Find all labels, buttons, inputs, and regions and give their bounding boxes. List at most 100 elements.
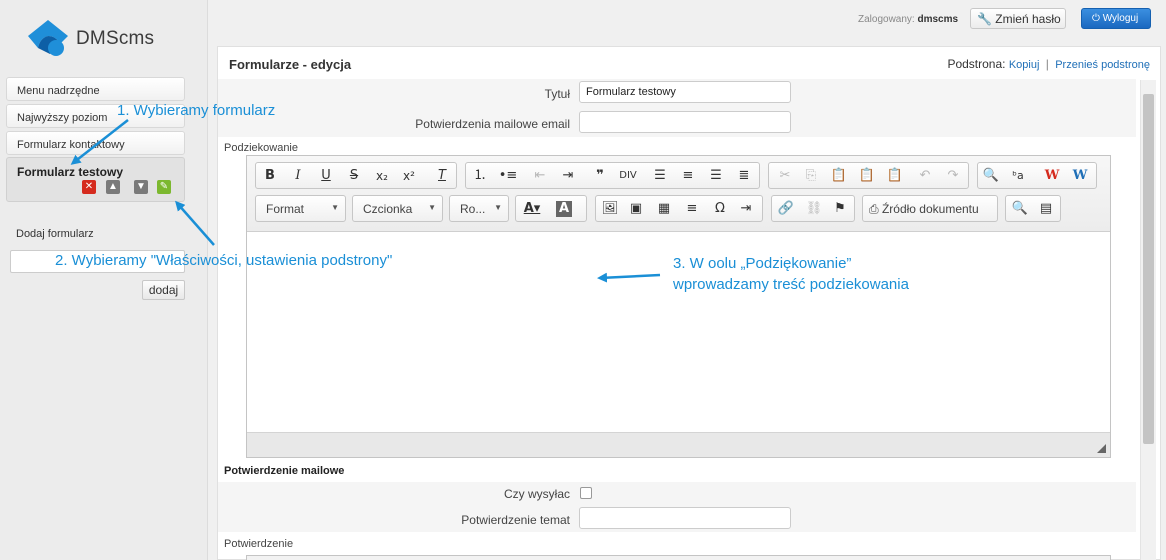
horizontal-line-icon[interactable]: ≡: [682, 200, 702, 218]
annotation-step3-line2: wprowadzamy treść podziekowania: [673, 276, 909, 293]
change-password-button[interactable]: 🔧 Zmień hasło: [970, 8, 1066, 29]
resize-handle-icon[interactable]: [1097, 444, 1106, 453]
link-separator: |: [1045, 57, 1049, 71]
replace-icon[interactable]: ᵇa: [1008, 167, 1028, 185]
redo-icon[interactable]: ↷: [943, 167, 963, 185]
paste-icon[interactable]: 📋: [829, 167, 849, 185]
outdent-icon[interactable]: ⇤: [530, 167, 550, 185]
chevron-down-icon: ▼: [428, 203, 436, 212]
insert-group: 🖼 ▣ ▦ ≡ Ω ⇥: [595, 195, 763, 222]
italic-icon[interactable]: I: [288, 167, 308, 185]
align-right-icon[interactable]: ☰: [706, 167, 726, 185]
source-button[interactable]: ⎙ Źródło dokumentu: [862, 195, 998, 222]
align-left-icon[interactable]: ☰: [650, 167, 670, 185]
blockquote-icon[interactable]: ❞: [590, 167, 610, 185]
title-input[interactable]: [579, 81, 791, 103]
links-group: 🔗 ⛓ ⚑: [771, 195, 855, 222]
subpage-actions: Podstrona: Kopiuj | Przenieś podstronę: [947, 57, 1150, 71]
view-group: 🔍 ▤: [1005, 195, 1061, 222]
annotation-step3-line1: 3. W oolu „Podziękowanie”: [673, 255, 852, 272]
show-blocks-icon[interactable]: ▤: [1036, 200, 1056, 218]
paste-from-word-icon[interactable]: W: [1070, 167, 1090, 185]
underline-icon[interactable]: U: [316, 167, 336, 185]
confirm-label: Potwierdzenie: [224, 538, 294, 550]
change-password-label: Zmień hasło: [995, 12, 1061, 26]
preview-icon[interactable]: 🔍: [1010, 200, 1030, 218]
sidebar-item-formularz-testowy[interactable]: Formularz testowy ✕ ▲ ▼ ✎: [6, 157, 185, 202]
div-container-icon[interactable]: DIV: [618, 167, 638, 185]
add-form-label: Dodaj formularz: [16, 228, 94, 240]
sidebar-item-menu-nadrzedne[interactable]: Menu nadrzędne: [6, 77, 185, 101]
font-combo[interactable]: Czcionka ▼: [352, 195, 443, 222]
scrollbar-thumb[interactable]: [1143, 94, 1154, 444]
subject-input[interactable]: [579, 507, 791, 529]
undo-icon[interactable]: ↶: [915, 167, 935, 185]
subscript-icon[interactable]: x₂: [372, 167, 392, 185]
mail-confirm-section-title: Potwierdzenie mailowe: [224, 465, 345, 477]
image-icon[interactable]: 🖼: [600, 200, 620, 218]
email-confirm-input[interactable]: [579, 111, 791, 133]
spellcheck-icon[interactable]: W: [1042, 167, 1062, 185]
page-break-icon[interactable]: ⇥: [736, 200, 756, 218]
add-form-button[interactable]: dodaj: [142, 280, 185, 300]
paragraph-group: ⒈ •≡ ⇤ ⇥ ❞ DIV ☰ ≡ ☰ ≣: [465, 162, 760, 189]
sidebar: DMScms Menu nadrzędne Najwyższy poziom F…: [0, 0, 208, 560]
active-item-label: Formularz testowy: [17, 165, 124, 179]
send-label: Czy wysyłac: [503, 487, 570, 501]
delete-icon[interactable]: ✕: [82, 180, 96, 194]
email-confirm-label: Potwierdzenia mailowe email: [415, 117, 570, 131]
paste-word-icon[interactable]: 📋: [885, 167, 905, 185]
copy-icon[interactable]: ⎘: [801, 167, 821, 185]
chevron-down-icon: ▼: [494, 203, 502, 212]
page-title: Formularze - edycja: [229, 57, 352, 72]
logout-label: Wyloguj: [1102, 13, 1139, 24]
power-icon: ⏻: [1092, 13, 1100, 24]
tools-group: 🔍 ᵇa W W: [977, 162, 1097, 189]
text-color-icon[interactable]: A▾: [522, 200, 542, 218]
numbered-list-icon[interactable]: ⒈: [470, 167, 490, 185]
special-char-icon[interactable]: Ω: [710, 200, 730, 218]
background-color-icon[interactable]: A: [556, 201, 572, 217]
remove-format-icon[interactable]: T: [432, 167, 452, 185]
edit-properties-icon[interactable]: ✎: [157, 180, 171, 194]
anchor-flag-icon[interactable]: ⚑: [830, 200, 850, 218]
basic-styles-group: B I U S x₂ x² T: [255, 162, 457, 189]
justify-icon[interactable]: ≣: [734, 167, 754, 185]
editor-toolbar: B I U S x₂ x² T ⒈ •≡ ⇤ ⇥ ❞ DIV ☰ ≡ ☰ ≣ ✂…: [247, 156, 1110, 232]
align-center-icon[interactable]: ≡: [678, 167, 698, 185]
scrollbar[interactable]: [1140, 80, 1156, 560]
unlink-icon[interactable]: ⛓: [804, 200, 824, 218]
rich-text-editor: B I U S x₂ x² T ⒈ •≡ ⇤ ⇥ ❞ DIV ☰ ≡ ☰ ≣ ✂…: [246, 155, 1111, 458]
logged-in-label: Zalogowany:: [858, 14, 915, 25]
format-combo[interactable]: Format ▼: [255, 195, 346, 222]
move-down-icon[interactable]: ▼: [134, 180, 148, 194]
annotation-step1: 1. Wybieramy formularz: [117, 102, 276, 119]
thanks-label: Podziekowanie: [224, 142, 298, 154]
superscript-icon[interactable]: x²: [399, 167, 419, 185]
move-subpage-link[interactable]: Przenieś podstronę: [1055, 59, 1150, 71]
paste-text-icon[interactable]: 📋: [857, 167, 877, 185]
table-icon[interactable]: ▦: [654, 200, 674, 218]
strikethrough-icon[interactable]: S: [344, 167, 364, 185]
logged-in-info: Zalogowany: dmscms: [858, 14, 958, 25]
logout-button[interactable]: ⏻ Wyloguj: [1081, 8, 1151, 29]
cut-icon[interactable]: ✂: [775, 167, 795, 185]
annotation-step2: 2. Wybieramy "Właściwości, ustawienia po…: [55, 252, 393, 269]
sidebar-item-formularz-kontaktowy[interactable]: Formularz kontaktowy: [6, 131, 185, 155]
bold-icon[interactable]: B: [260, 167, 280, 185]
source-button-label: Źródło dokumentu: [881, 202, 979, 216]
flash-icon[interactable]: ▣: [626, 200, 646, 218]
logged-in-user: dmscms: [917, 14, 959, 25]
move-up-icon[interactable]: ▲: [106, 180, 120, 194]
indent-icon[interactable]: ⇥: [558, 167, 578, 185]
title-label: Tytuł: [544, 87, 570, 101]
bulleted-list-icon[interactable]: •≡: [498, 167, 518, 185]
font-combo-label: Czcionka: [363, 202, 413, 216]
copy-link[interactable]: Kopiuj: [1009, 59, 1040, 71]
format-combo-label: Format: [266, 202, 305, 216]
find-icon[interactable]: 🔍: [981, 167, 1001, 185]
wrench-icon: 🔧: [977, 12, 992, 26]
size-combo[interactable]: Ro... ▼: [449, 195, 509, 222]
send-checkbox[interactable]: [580, 487, 592, 499]
link-icon[interactable]: 🔗: [776, 200, 796, 218]
